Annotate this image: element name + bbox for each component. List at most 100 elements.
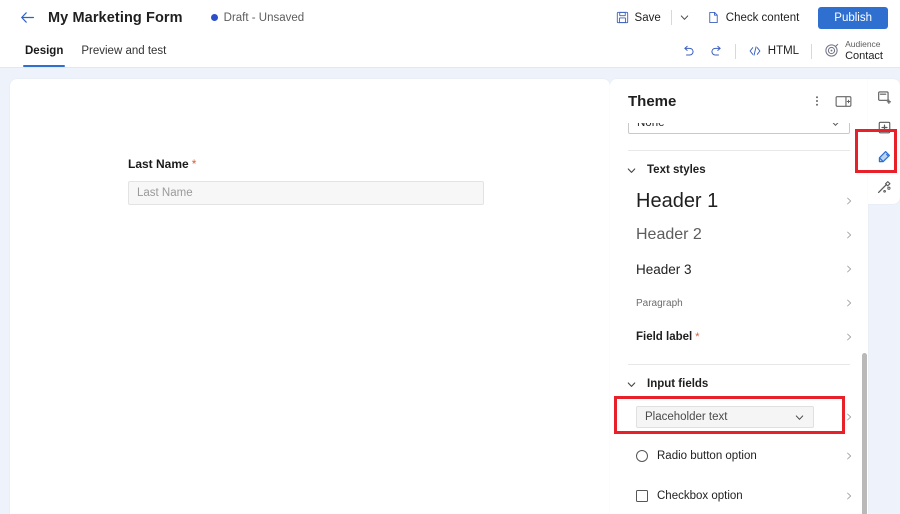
chevron-right-icon [836,451,854,461]
save-button[interactable]: Save [609,8,668,27]
style-row-header-1[interactable]: Header 1 [610,184,868,218]
placeholder-text-value: Placeholder text [645,411,727,423]
undo-arrow-icon [681,44,696,59]
chevron-down-icon [626,379,637,390]
panel-scrollbar[interactable] [862,353,867,514]
section-label-input-fields: Input fields [647,378,708,390]
placeholder-text-select[interactable]: Placeholder text [636,406,814,428]
chevron-down-icon [830,123,841,129]
section-header-text-styles[interactable]: Text styles [610,151,868,184]
theme-select-row: None [610,123,868,134]
tab-design-label: Design [25,45,63,57]
style-label-header-1: Header 1 [636,190,718,213]
style-label-field-label: Field label [636,331,692,343]
tool-rail [868,79,900,204]
theme-more-options-button[interactable] [806,90,828,112]
divider [735,44,736,59]
divider [811,44,812,59]
placeholder-text-row[interactable]: Placeholder text [610,398,868,436]
tab-design[interactable]: Design [16,35,72,67]
checkbox-option-row[interactable]: Checkbox option [610,476,868,514]
publish-button[interactable]: Publish [818,7,888,29]
tab-bar: Design Preview and test [0,35,900,68]
theme-panel-header: Theme [610,79,868,123]
chevron-down-icon [794,412,805,423]
workspace: Last Name* Last Name Theme [0,69,900,514]
theme-select-value: None [637,123,665,129]
floppy-disk-icon [616,11,629,24]
arrow-left-icon [19,9,36,26]
magic-wand-button[interactable] [871,174,897,200]
save-options-button[interactable] [675,9,694,26]
form-field-label[interactable]: Last Name* [128,157,610,171]
required-marker: * [695,331,699,343]
divider [671,10,672,25]
tab-preview-and-test[interactable]: Preview and test [72,35,175,67]
code-brackets-icon [748,44,762,58]
style-row-field-label[interactable]: Field label * [610,320,868,354]
theme-panel: Theme [610,79,868,514]
page-title: My Marketing Form [48,10,183,26]
tab-preview-and-test-label: Preview and test [81,45,166,57]
radio-button-icon [636,450,648,462]
required-marker: * [192,157,197,171]
chevron-right-icon [836,264,854,274]
theme-panel-collapse-button[interactable] [832,90,854,112]
undo-button[interactable] [676,39,702,63]
style-label-paragraph: Paragraph [636,298,683,309]
form-field-label-text: Last Name [128,157,189,171]
tool-rail-column [868,69,900,514]
html-button[interactable]: HTML [741,41,806,61]
top-command-bar: My Marketing Form Draft - Unsaved Save [0,0,900,35]
target-icon [824,43,839,58]
checkbox-icon [636,490,648,502]
back-button[interactable] [16,7,38,29]
chevron-right-icon [836,332,854,342]
theme-panel-actions [806,90,854,112]
chevron-right-icon [836,298,854,308]
last-name-input-placeholder: Last Name [137,187,193,199]
insert-element-icon [877,90,892,105]
redo-arrow-icon [709,44,724,59]
chevron-right-icon [836,412,854,422]
panel-collapse-icon [835,94,852,109]
audience-line-1: Audience [845,40,883,50]
style-row-paragraph[interactable]: Paragraph [610,286,868,320]
style-label-header-3: Header 3 [636,262,692,277]
document-check-icon [707,11,720,24]
radio-button-option-row[interactable]: Radio button option [610,436,868,476]
check-content-label: Check content [726,12,800,24]
chevron-down-icon [679,12,690,23]
section-label-text-styles: Text styles [647,164,706,176]
radio-button-option-label: Radio button option [657,450,757,462]
chevron-right-icon [836,491,854,501]
magic-wand-icon [876,179,892,195]
canvas-area: Last Name* Last Name [0,69,610,514]
redo-button[interactable] [704,39,730,63]
tab-bar-tools: HTML Audience Contact [676,35,900,67]
style-row-header-2[interactable]: Header 2 [610,218,868,252]
theme-select[interactable]: None [628,123,850,134]
insert-element-button[interactable] [871,84,897,110]
status-dot [211,14,218,21]
ellipsis-vertical-icon [810,94,824,108]
style-row-header-3[interactable]: Header 3 [610,252,868,286]
audience-contact-button[interactable]: Audience Contact [817,37,890,65]
html-label: HTML [768,45,799,57]
add-section-button[interactable] [871,114,897,140]
save-label: Save [635,12,661,24]
audience-line-2: Contact [845,50,883,62]
chevron-down-icon [626,165,637,176]
form-canvas[interactable]: Last Name* Last Name [10,79,610,514]
check-content-button[interactable]: Check content [700,8,807,27]
audience-contact-label: Audience Contact [845,40,883,62]
top-command-actions: Save Check content Publish [609,7,888,29]
section-header-input-fields[interactable]: Input fields [610,365,868,398]
add-section-icon [877,120,892,135]
chevron-right-icon [836,196,854,206]
style-brush-button[interactable] [871,144,897,170]
status-badge: Draft - Unsaved [211,12,305,24]
last-name-input[interactable]: Last Name [128,181,484,205]
status-label: Draft - Unsaved [224,12,305,24]
style-label-header-2: Header 2 [636,226,702,244]
